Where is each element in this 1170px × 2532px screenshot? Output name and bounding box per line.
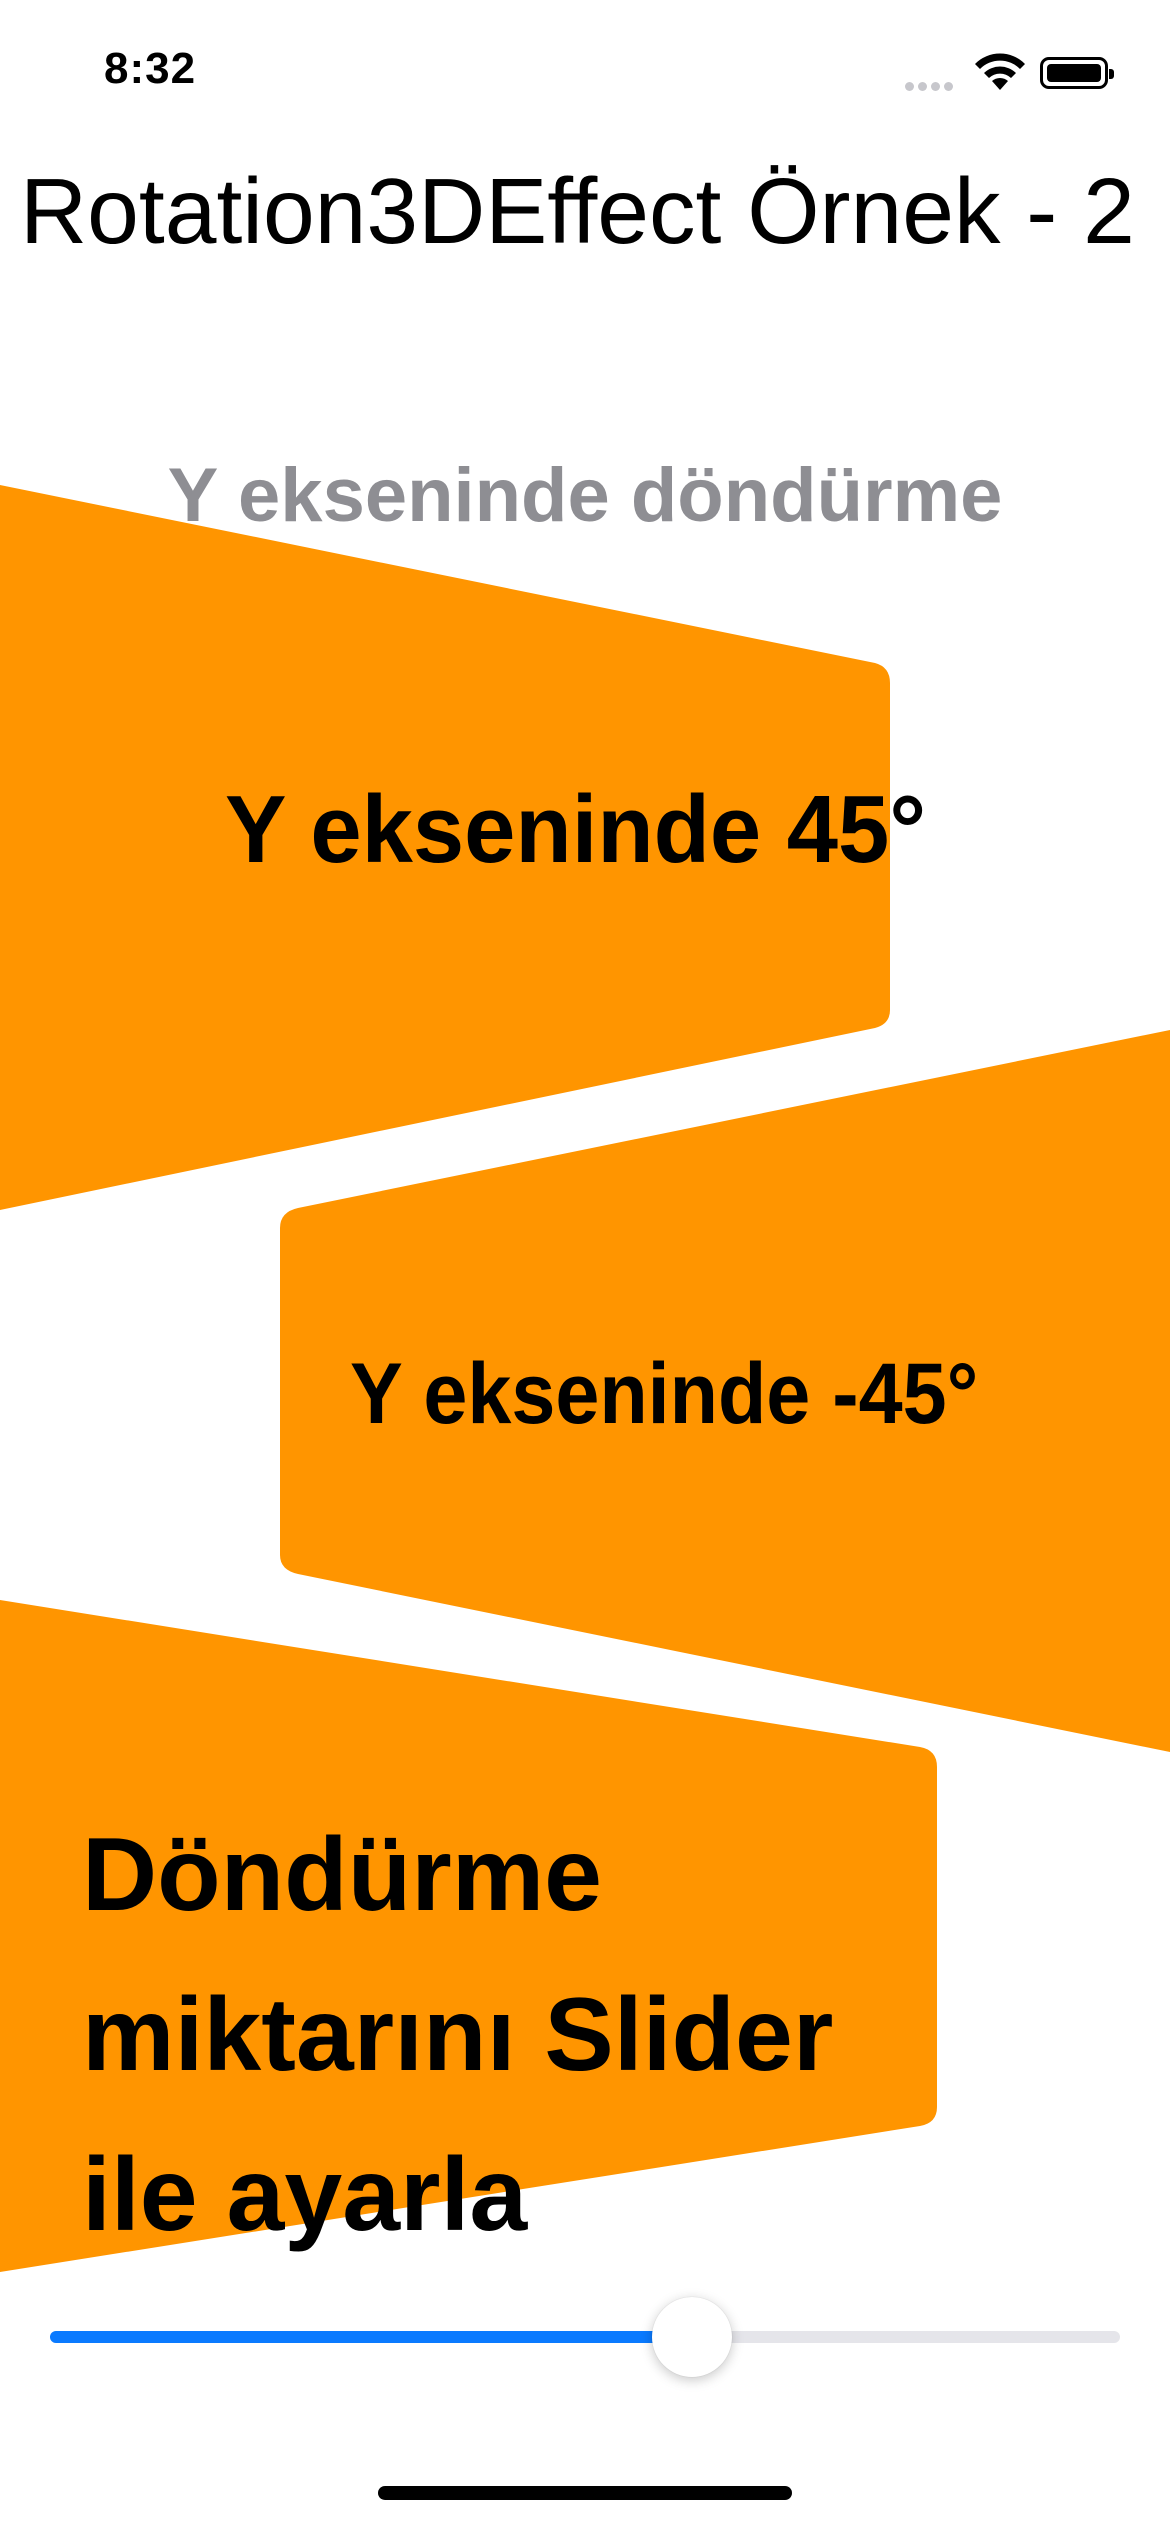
rotation-slider[interactable] (50, 2297, 1120, 2377)
card-label-45: Y ekseninde 45° (225, 776, 927, 883)
card-label-slider: Döndürme miktarını Slider ile ayarla (82, 1817, 834, 2253)
home-indicator[interactable] (378, 2486, 792, 2500)
slider-track-fill (50, 2331, 692, 2343)
card-label-minus-45: Y ekseninde -45° (350, 1346, 979, 1442)
slider-thumb[interactable] (652, 2297, 732, 2377)
section-subtitle: Y ekseninde döndürme (167, 453, 1003, 538)
